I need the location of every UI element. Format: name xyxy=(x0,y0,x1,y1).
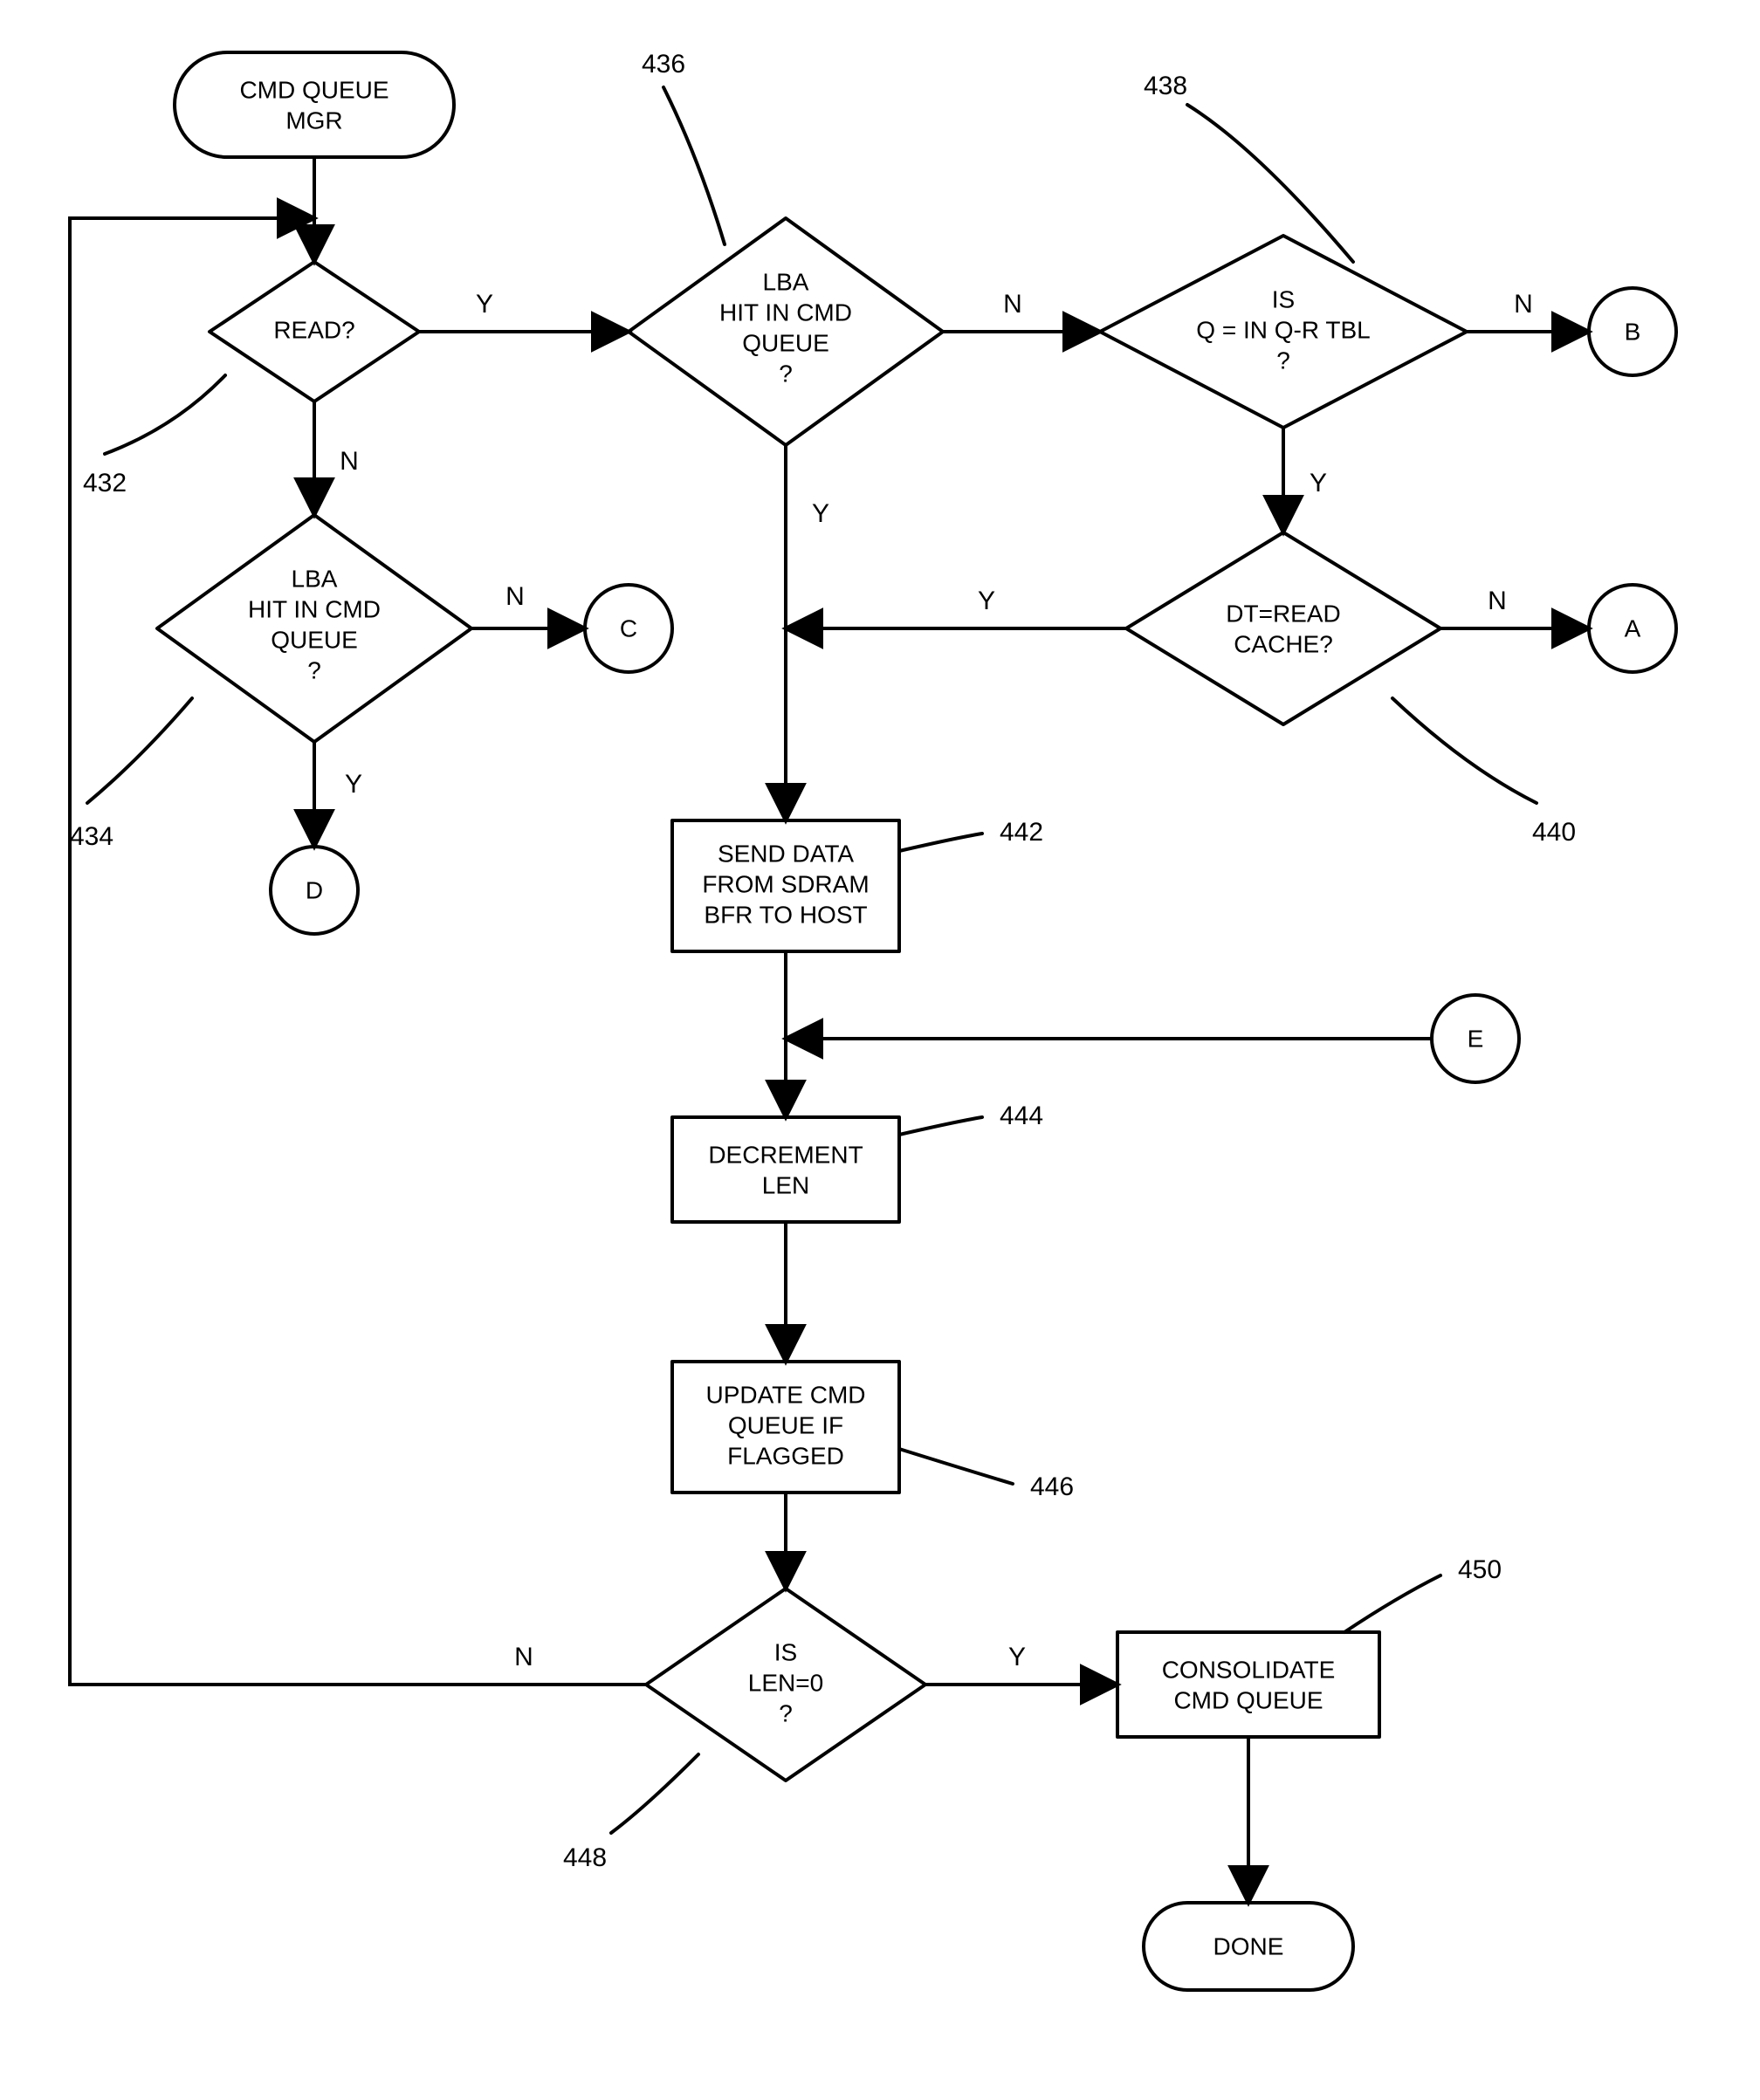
node-d436: LBA HIT IN CMD QUEUE ? xyxy=(629,218,943,445)
node-d448-line2: LEN=0 xyxy=(748,1669,823,1696)
ref-444: 444 xyxy=(1000,1101,1043,1130)
edge-d448-d432-label: N xyxy=(514,1643,533,1671)
node-d440: DT=READ CACHE? xyxy=(1126,532,1440,724)
node-p446-line2: QUEUE IF xyxy=(728,1411,843,1438)
node-connB: B xyxy=(1589,288,1676,375)
node-d438-line1: IS xyxy=(1272,285,1295,312)
node-connC-line1: C xyxy=(620,614,637,642)
edge-d436-d438-label: N xyxy=(1003,290,1022,319)
edge-d448-p450-label: Y xyxy=(1008,1643,1026,1671)
node-d434: LBA HIT IN CMD QUEUE ? xyxy=(157,515,471,742)
node-d436-line4: ? xyxy=(779,360,793,387)
ref-432: 432 xyxy=(83,469,127,498)
node-p446-line1: UPDATE CMD xyxy=(705,1381,865,1408)
edge-d432-d434-label: N xyxy=(340,447,359,476)
node-d434-line2: HIT IN CMD xyxy=(248,595,381,622)
node-start-line1: CMD QUEUE xyxy=(239,76,388,103)
flowchart: CMD QUEUE MGR READ? 432 LBA HIT IN CMD Q… xyxy=(0,0,1760,2100)
node-connA-line1: A xyxy=(1625,614,1641,642)
node-done-line1: DONE xyxy=(1213,1932,1284,1959)
node-p444: DECREMENT LEN xyxy=(672,1117,899,1222)
node-p450-line1: CONSOLIDATE xyxy=(1162,1656,1336,1683)
node-p442-line1: SEND DATA xyxy=(718,840,854,867)
node-p450: CONSOLIDATE CMD QUEUE xyxy=(1117,1632,1379,1737)
ref-446: 446 xyxy=(1030,1472,1074,1501)
node-p442-line3: BFR TO HOST xyxy=(704,901,867,928)
node-d438-line2: Q = IN Q-R TBL xyxy=(1196,316,1370,343)
node-d448: IS LEN=0 ? xyxy=(646,1589,925,1781)
node-d438: IS Q = IN Q-R TBL ? xyxy=(1100,236,1467,428)
node-d438-line3: ? xyxy=(1276,347,1290,374)
node-d434-line4: ? xyxy=(307,656,321,683)
ref-448: 448 xyxy=(563,1843,607,1872)
edge-d432-d436-label: Y xyxy=(476,290,493,319)
node-done: DONE xyxy=(1144,1903,1353,1990)
node-p444-line2: LEN xyxy=(762,1171,809,1198)
node-connB-line1: B xyxy=(1625,318,1641,345)
edge-d438-connB-label: N xyxy=(1514,290,1533,319)
node-start: CMD QUEUE MGR xyxy=(175,52,454,157)
node-connA: A xyxy=(1589,585,1676,672)
node-p446: UPDATE CMD QUEUE IF FLAGGED xyxy=(672,1362,899,1493)
ref-440: 440 xyxy=(1532,818,1576,847)
node-d436-line3: QUEUE xyxy=(742,329,829,356)
edge-d436-p442-label: Y xyxy=(812,499,829,528)
ref-434: 434 xyxy=(70,822,113,851)
node-d434-line1: LBA xyxy=(292,565,338,592)
node-d432: READ? xyxy=(210,262,419,401)
node-d448-line3: ? xyxy=(779,1699,793,1726)
node-p450-line2: CMD QUEUE xyxy=(1173,1686,1323,1713)
node-d440-line2: CACHE? xyxy=(1234,630,1333,657)
node-connE: E xyxy=(1432,995,1519,1082)
node-connD-line1: D xyxy=(306,876,323,903)
node-connE-line1: E xyxy=(1468,1025,1484,1052)
ref-450: 450 xyxy=(1458,1555,1502,1584)
edge-d440-p442-label: Y xyxy=(978,587,995,615)
node-p444-line1: DECREMENT xyxy=(708,1141,863,1168)
node-d434-line3: QUEUE xyxy=(271,626,358,653)
node-d440-line1: DT=READ xyxy=(1226,600,1340,627)
edge-d438-d440-label: Y xyxy=(1310,469,1327,498)
node-d448-line1: IS xyxy=(774,1638,797,1665)
node-d432-line1: READ? xyxy=(273,316,354,343)
ref-442: 442 xyxy=(1000,818,1043,847)
node-connD: D xyxy=(271,847,358,934)
node-d436-line2: HIT IN CMD xyxy=(719,299,852,326)
node-connC: C xyxy=(585,585,672,672)
edge-d448-d432 xyxy=(70,218,646,1685)
node-p442: SEND DATA FROM SDRAM BFR TO HOST xyxy=(672,820,899,951)
edge-d434-connC-label: N xyxy=(505,582,525,611)
edge-d434-connD-label: Y xyxy=(345,770,362,799)
edge-d440-connA-label: N xyxy=(1488,587,1507,615)
node-d436-line1: LBA xyxy=(763,268,809,295)
ref-438: 438 xyxy=(1144,72,1187,100)
node-p446-line3: FLAGGED xyxy=(727,1442,844,1469)
node-start-line2: MGR xyxy=(285,106,342,134)
ref-436: 436 xyxy=(642,50,685,79)
node-p442-line2: FROM SDRAM xyxy=(702,870,869,897)
